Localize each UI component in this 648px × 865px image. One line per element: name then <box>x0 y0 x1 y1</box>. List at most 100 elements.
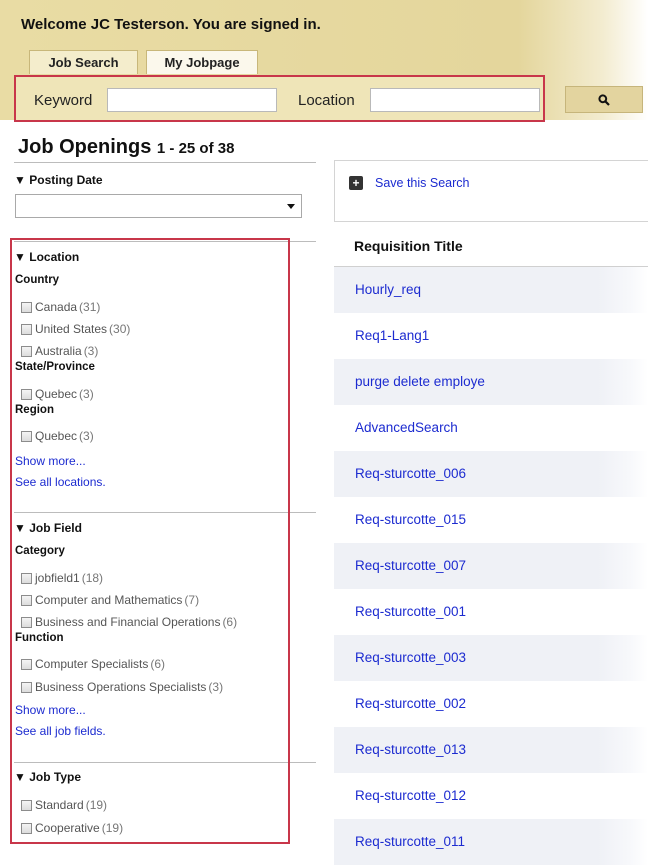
triangle-down-icon: ▼ <box>14 250 26 264</box>
requisition-link[interactable]: AdvancedSearch <box>355 420 458 435</box>
page-title: Job Openings 1 - 25 of 38 <box>18 136 234 159</box>
facet-option-canada[interactable]: Canada (31) <box>21 300 100 314</box>
save-search-panel: + Save this Search <box>334 160 648 222</box>
plus-icon[interactable]: + <box>349 176 363 190</box>
checkbox[interactable] <box>21 301 32 313</box>
table-row: Req-sturcotte_011 <box>334 819 648 865</box>
location-label: Location <box>298 92 355 109</box>
checkbox[interactable] <box>21 799 32 811</box>
table-row: purge delete employe <box>334 359 648 405</box>
facet-option-united-states[interactable]: United States (30) <box>21 322 130 336</box>
checkbox[interactable] <box>21 430 32 442</box>
checkbox[interactable] <box>21 594 32 606</box>
save-search-link[interactable]: Save this Search <box>375 176 470 190</box>
requisition-link[interactable]: Req-sturcotte_002 <box>355 696 466 711</box>
location-facet-toggle[interactable]: ▼ Location <box>14 250 79 264</box>
job-type-facet-label: Job Type <box>29 770 82 784</box>
requisition-link[interactable]: Req-sturcotte_013 <box>355 742 466 757</box>
triangle-down-icon: ▼ <box>14 770 26 784</box>
option-count: (30) <box>109 322 131 336</box>
requisition-link[interactable]: Req-sturcotte_015 <box>355 512 466 527</box>
facet-option-quebec-state[interactable]: Quebec (3) <box>21 387 94 401</box>
requisition-link[interactable]: Req-sturcotte_006 <box>355 466 466 481</box>
location-input[interactable] <box>370 88 540 112</box>
option-count: (3) <box>79 429 94 443</box>
divider <box>14 512 316 513</box>
table-row: Req-sturcotte_002 <box>334 681 648 727</box>
requisition-link[interactable]: Req-sturcotte_012 <box>355 788 466 803</box>
tab-job-search[interactable]: Job Search <box>29 50 138 74</box>
requisition-link[interactable]: Req-sturcotte_011 <box>355 834 465 849</box>
requisition-link[interactable]: Req-sturcotte_001 <box>355 604 466 619</box>
facet-option-computer-mathematics[interactable]: Computer and Mathematics (7) <box>21 593 199 607</box>
posting-date-toggle[interactable]: ▼ Posting Date <box>14 173 103 187</box>
option-count: (3) <box>208 680 224 694</box>
table-row: Req-sturcotte_001 <box>334 589 648 635</box>
option-count: (19) <box>85 798 108 812</box>
keyword-label: Keyword <box>34 92 93 109</box>
requisition-link[interactable]: Hourly_req <box>355 282 421 297</box>
posting-date-label: Posting Date <box>29 173 103 187</box>
function-label: Function <box>15 632 64 644</box>
checkbox[interactable] <box>21 681 32 693</box>
facet-option-jobfield1[interactable]: jobfield1 (18) <box>21 571 103 585</box>
triangle-down-icon: ▼ <box>14 173 26 187</box>
job-field-facet-toggle[interactable]: ▼ Job Field <box>14 521 82 535</box>
option-count: (3) <box>83 344 99 358</box>
magnifier-icon <box>598 93 610 106</box>
table-row: Req-sturcotte_003 <box>334 635 648 681</box>
requisition-link[interactable]: Req1-Lang1 <box>355 328 429 343</box>
table-row: Req-sturcotte_013 <box>334 727 648 773</box>
checkbox[interactable] <box>21 345 32 357</box>
result-count: 1 - 25 of 38 <box>156 140 235 157</box>
option-label: Australia <box>35 344 82 358</box>
job-type-facet-toggle[interactable]: ▼ Job Type <box>14 770 81 784</box>
checkbox[interactable] <box>21 323 32 335</box>
option-label: Standard <box>35 798 84 812</box>
table-row: Req-sturcotte_015 <box>334 497 648 543</box>
region-label: Region <box>15 404 54 416</box>
tab-my-jobpage[interactable]: My Jobpage <box>146 50 258 74</box>
requisition-title-header[interactable]: Requisition Title <box>354 238 463 254</box>
requisition-link[interactable]: Req-sturcotte_007 <box>355 558 466 573</box>
see-all-locations-link[interactable]: See all locations. <box>15 475 106 489</box>
option-label: Cooperative <box>35 821 100 835</box>
requisition-link[interactable]: purge delete employe <box>355 374 485 389</box>
checkbox[interactable] <box>21 388 32 400</box>
checkbox[interactable] <box>21 658 32 670</box>
checkbox[interactable] <box>21 616 32 628</box>
table-row: Req-sturcotte_012 <box>334 773 648 819</box>
requisition-link[interactable]: Req-sturcotte_003 <box>355 650 466 665</box>
page-title-text: Job Openings <box>18 136 152 158</box>
posting-date-select[interactable] <box>15 194 302 218</box>
state-province-label: State/Province <box>15 361 95 373</box>
facet-option-business-financial[interactable]: Business and Financial Operations (6) <box>21 615 237 629</box>
option-label: Quebec <box>35 387 78 401</box>
facet-option-quebec-region[interactable]: Quebec (3) <box>21 429 94 443</box>
triangle-down-icon: ▼ <box>14 521 26 535</box>
location-show-more-link[interactable]: Show more... <box>15 454 86 468</box>
facet-option-standard[interactable]: Standard (19) <box>21 798 107 812</box>
table-row: Req-sturcotte_006 <box>334 451 648 497</box>
option-count: (18) <box>81 571 104 585</box>
checkbox[interactable] <box>21 572 32 584</box>
checkbox[interactable] <box>21 822 32 834</box>
facet-option-business-operations-specialists[interactable]: Business Operations Specialists (3) <box>21 680 223 694</box>
keyword-input[interactable] <box>107 88 277 112</box>
facet-option-cooperative[interactable]: Cooperative (19) <box>21 821 123 835</box>
option-label: jobfield1 <box>35 571 80 585</box>
facet-option-australia[interactable]: Australia (3) <box>21 344 98 358</box>
welcome-message: Welcome JC Testerson. You are signed in. <box>21 16 321 33</box>
option-count: (6) <box>222 615 238 629</box>
facet-option-computer-specialists[interactable]: Computer Specialists (6) <box>21 657 165 671</box>
table-row: AdvancedSearch <box>334 405 648 451</box>
see-all-job-fields-link[interactable]: See all job fields. <box>15 724 106 738</box>
category-label: Category <box>15 545 65 557</box>
option-label: Computer Specialists <box>35 657 149 671</box>
table-row: Hourly_req <box>334 267 648 313</box>
divider <box>14 762 316 763</box>
search-button[interactable] <box>565 86 643 113</box>
job-field-show-more-link[interactable]: Show more... <box>15 703 86 717</box>
option-count: (19) <box>101 821 124 835</box>
option-count: (3) <box>79 387 94 401</box>
